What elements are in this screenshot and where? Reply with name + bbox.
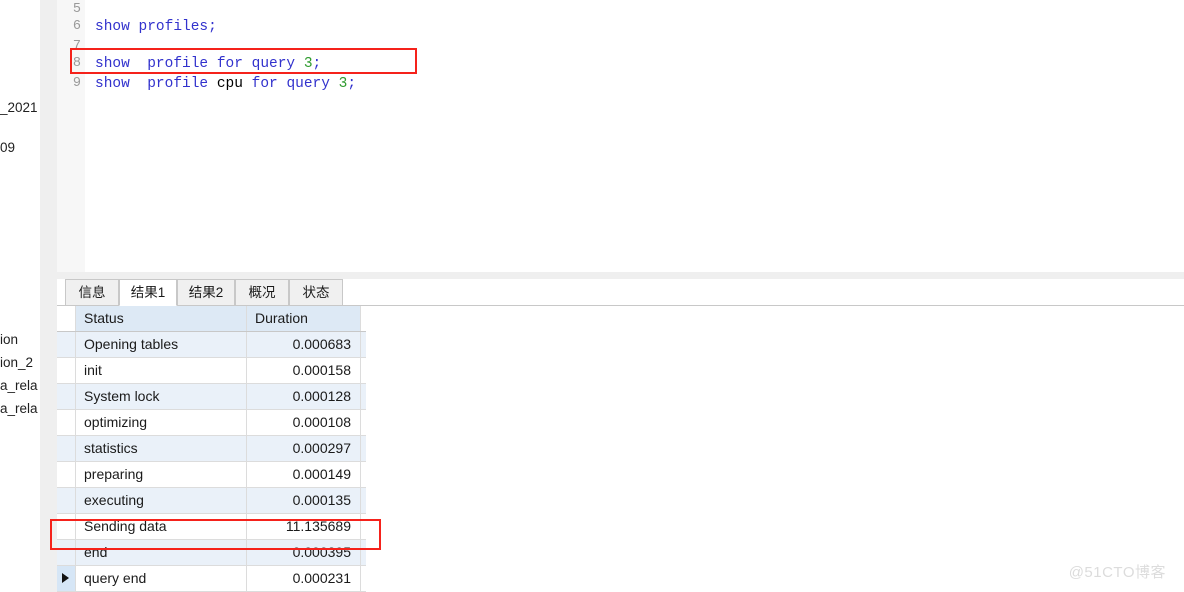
editor-results-splitter[interactable] (57, 272, 1184, 279)
row-indicator-cell[interactable] (57, 514, 76, 539)
cell-duration[interactable]: 0.000297 (247, 436, 361, 461)
row-indicator-cell[interactable] (57, 410, 76, 435)
code-token: ; (208, 19, 217, 35)
sql-editor[interactable]: 5 6 show profiles; 7 8 show profile for query… (57, 0, 1184, 272)
table-row[interactable]: init 0.000158 (57, 358, 366, 384)
line-text[interactable]: show profile cpu for query 3; (95, 74, 356, 94)
row-indicator-cell[interactable] (57, 436, 76, 461)
sidebar-item[interactable]: a_rela (0, 401, 40, 416)
row-indicator-cell[interactable] (57, 358, 76, 383)
object-tree-sidebar[interactable]: _2021 09 ion ion_2 a_rela a_rela (0, 0, 40, 592)
cell-status[interactable]: executing (76, 488, 247, 513)
column-header-status[interactable]: Status (76, 306, 247, 331)
sidebar-item[interactable]: _2021 (0, 100, 40, 115)
watermark: @51CTO博客 (1068, 564, 1166, 581)
column-header-duration[interactable]: Duration (247, 306, 361, 331)
cell-duration[interactable]: 0.000395 (247, 540, 361, 565)
code-token: show profiles (95, 19, 209, 35)
cell-status[interactable]: System lock (76, 384, 247, 409)
line-text[interactable]: show profiles; (95, 17, 217, 37)
cell-status[interactable]: end (76, 540, 247, 565)
tab-结果1[interactable]: 结果1 (119, 279, 177, 306)
table-row[interactable]: end 0.000395 (57, 540, 366, 566)
code-token: cpu (216, 76, 243, 92)
table-row[interactable]: Sending data 11.135689 (57, 514, 366, 540)
sidebar-item[interactable]: ion (0, 332, 40, 347)
app-window: _2021 09 ion ion_2 a_rela a_rela 5 6 show … (0, 0, 1184, 592)
table-header-row: Status Duration (57, 306, 366, 332)
cell-status[interactable]: Opening tables (76, 332, 247, 357)
results-tabstrip[interactable]: 信息 结果1 结果2 概况 状态 (57, 279, 1184, 306)
table-row[interactable]: query end 0.000231 (57, 566, 366, 592)
cell-status[interactable]: optimizing (76, 410, 247, 435)
table-row[interactable]: optimizing 0.000108 (57, 410, 366, 436)
code-token: for query (242, 76, 339, 92)
results-grid[interactable]: Status Duration Opening tables 0.000683 init… (57, 306, 1184, 592)
table-row[interactable]: System lock 0.000128 (57, 384, 366, 410)
cell-duration[interactable]: 0.000231 (247, 566, 361, 591)
cell-duration[interactable]: 0.000108 (247, 410, 361, 435)
tab-信息[interactable]: 信息 (65, 279, 119, 306)
line-number: 9 (72, 76, 81, 91)
cell-status[interactable]: Sending data (76, 514, 247, 539)
code-token: ; (312, 56, 322, 72)
tab-结果2[interactable]: 结果2 (177, 279, 235, 306)
cell-status[interactable]: init (76, 358, 247, 383)
row-indicator-cell[interactable] (57, 332, 76, 357)
line-number: 8 (72, 56, 81, 71)
cell-duration[interactable]: 0.000683 (247, 332, 361, 357)
row-indicator-cell[interactable] (57, 384, 76, 409)
row-indicator-cell[interactable] (57, 462, 76, 487)
line-text[interactable]: show profile for query 3; (95, 54, 321, 74)
cell-duration[interactable]: 0.000149 (247, 462, 361, 487)
sidebar-item[interactable]: 09 (0, 140, 40, 155)
sidebar-item[interactable]: a_rela (0, 378, 40, 393)
table-row[interactable]: statistics 0.000297 (57, 436, 366, 462)
cell-duration[interactable]: 0.000128 (247, 384, 361, 409)
table-row[interactable]: preparing 0.000149 (57, 462, 366, 488)
cell-status[interactable]: preparing (76, 462, 247, 487)
line-number: 6 (72, 19, 81, 34)
code-token: show profile (95, 76, 217, 92)
table-row[interactable]: Opening tables 0.000683 (57, 332, 366, 358)
row-indicator-cell[interactable] (57, 488, 76, 513)
cell-duration[interactable]: 11.135689 (247, 514, 361, 539)
code-token: show profile for query (95, 56, 304, 72)
cell-duration[interactable]: 0.000158 (247, 358, 361, 383)
cell-duration[interactable]: 0.000135 (247, 488, 361, 513)
tab-状态[interactable]: 状态 (289, 279, 343, 306)
code-token: ; (347, 76, 357, 92)
tab-概况[interactable]: 概况 (235, 279, 289, 306)
row-indicator-cell[interactable] (57, 540, 76, 565)
code-token: 3 (303, 56, 313, 72)
table-row[interactable]: executing 0.000135 (57, 488, 366, 514)
sidebar-item[interactable]: ion_2 (0, 355, 40, 370)
row-indicator-cell[interactable] (57, 566, 76, 591)
row-indicator-cell (57, 306, 76, 331)
current-row-arrow-icon (62, 573, 69, 583)
cell-status[interactable]: query end (76, 566, 247, 591)
cell-status[interactable]: statistics (76, 436, 247, 461)
panel-splitter[interactable] (40, 0, 57, 592)
